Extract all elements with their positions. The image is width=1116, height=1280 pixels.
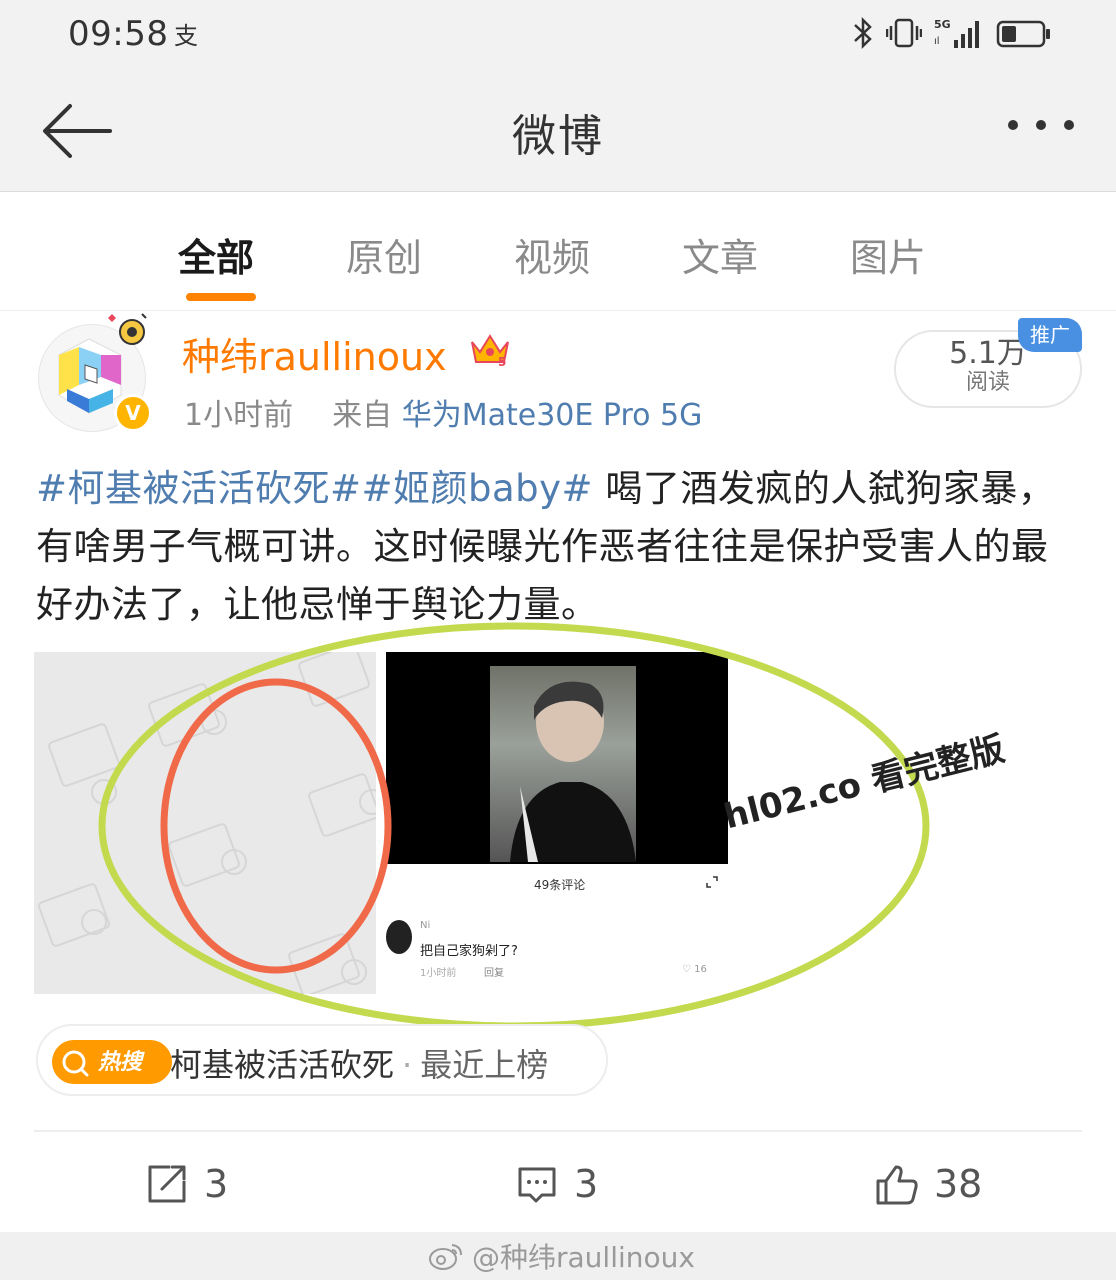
tab-all[interactable]: 全部 — [178, 227, 254, 282]
more-options-button[interactable] — [1008, 120, 1074, 130]
action-divider — [34, 1130, 1082, 1132]
video-frame — [386, 652, 728, 864]
more-dot-icon — [1008, 120, 1018, 130]
comment-reply: 回复 — [484, 968, 504, 979]
comment-time: 1小时前 — [420, 968, 457, 979]
hot-search-text: 柯基被活活砍死 · 最近上榜 — [170, 1040, 548, 1086]
post-screenshot-image[interactable]: 49条评论 Ni 把自己家狗剁了? 1小时前 回复 ♡ 16 — [386, 652, 728, 994]
svg-text:5G: 5G — [934, 18, 951, 31]
like-button[interactable]: 38 — [874, 1158, 982, 1210]
commenter-name: Ni — [420, 920, 431, 931]
more-dot-icon — [1036, 120, 1046, 130]
post-source-device[interactable]: 华为Mate30E Pro 5G — [402, 398, 703, 433]
comment-like-count: 16 — [694, 964, 707, 975]
status-icons: 5G ıl — [852, 16, 1052, 50]
weibo-watermark-text: @种纬raullinoux — [472, 1241, 695, 1274]
avatar[interactable]: V — [38, 313, 152, 432]
image-placeholder-icon — [38, 652, 376, 994]
more-dot-icon — [1064, 120, 1074, 130]
tab-article[interactable]: 文章 — [682, 227, 758, 282]
signal-icon: 5G ıl — [934, 18, 979, 48]
comment-text: 把自己家狗剁了? — [420, 944, 518, 959]
tab-images[interactable]: 图片 — [850, 227, 926, 282]
hot-search-status: 最近上榜 — [420, 1046, 549, 1084]
post-username[interactable]: 种纬raullinoux — [182, 326, 447, 381]
watermark-url-text: hl02.co 看完整版 — [720, 728, 1009, 838]
battery-icon — [996, 20, 1050, 48]
like-count: 38 — [934, 1162, 983, 1206]
post-image-placeholder[interactable] — [34, 652, 376, 994]
bluetooth-icon — [854, 16, 872, 50]
post-time: 1小时前 — [184, 398, 294, 433]
verified-badge-icon: V — [114, 394, 152, 432]
filter-tabs: 全部 原创 视频 文章 图片 — [0, 193, 1116, 311]
svg-text:5: 5 — [498, 355, 506, 368]
hot-search-chip[interactable]: 热搜 柯基被活活砍死 · 最近上榜 — [36, 1024, 608, 1096]
vip-crown-icon[interactable]: 5 — [468, 328, 512, 368]
expand-icon — [706, 876, 718, 888]
hashtag-link[interactable]: #柯基被活活砍死# — [36, 467, 362, 510]
page-title: 微博 — [512, 111, 604, 162]
nav-bar: 微博 — [0, 72, 1116, 192]
status-time: 09:58 — [68, 14, 169, 54]
repost-button[interactable]: 3 — [144, 1158, 228, 1210]
commenter-avatar — [386, 920, 412, 954]
read-count-label: 阅读 — [965, 370, 1010, 395]
tab-original[interactable]: 原创 — [346, 227, 422, 282]
repost-count: 3 — [204, 1162, 229, 1206]
hashtag-link[interactable]: #姬颜baby# — [362, 467, 594, 510]
vibrate-icon — [886, 18, 922, 48]
status-bar: 09:58 支 5G ıl — [0, 0, 1116, 72]
comment-icon — [518, 1167, 556, 1203]
tab-video[interactable]: 视频 — [514, 227, 590, 282]
svg-text:ıl: ıl — [934, 36, 940, 47]
weibo-watermark: @种纬raullinoux — [428, 1236, 695, 1276]
comment-likes: ♡ 16 — [682, 964, 707, 975]
repost-icon — [148, 1165, 186, 1203]
hot-search-topic: 柯基被活活砍死 — [170, 1046, 395, 1084]
post-source-prefix: 来自 — [332, 398, 393, 433]
person-silhouette-icon — [510, 681, 636, 862]
person-photo — [490, 666, 636, 862]
alipay-icon: 支 — [174, 22, 198, 50]
thumbs-up-icon — [876, 1165, 918, 1205]
hot-search-separator: · — [402, 1046, 413, 1084]
active-tab-indicator — [186, 293, 256, 301]
hot-search-badge-label: 热搜 — [98, 1050, 143, 1075]
post-content: #柯基被活活砍死##姬颜baby# 喝了酒发疯的人弑狗家暴，有啥男子气概可讲。这… — [36, 460, 1076, 634]
promoted-badge: 推广 — [1018, 318, 1082, 352]
svg-text:支: 支 — [174, 22, 198, 50]
comment-button[interactable]: 3 — [514, 1158, 598, 1210]
post-meta: 1小时前 来自 华为Mate30E Pro 5G — [184, 390, 702, 434]
comment-count: 3 — [574, 1162, 599, 1206]
weibo-logo-icon — [429, 1244, 462, 1270]
avatar-pendant-icon — [108, 313, 147, 345]
comment-count-label: 49条评论 — [534, 878, 586, 892]
